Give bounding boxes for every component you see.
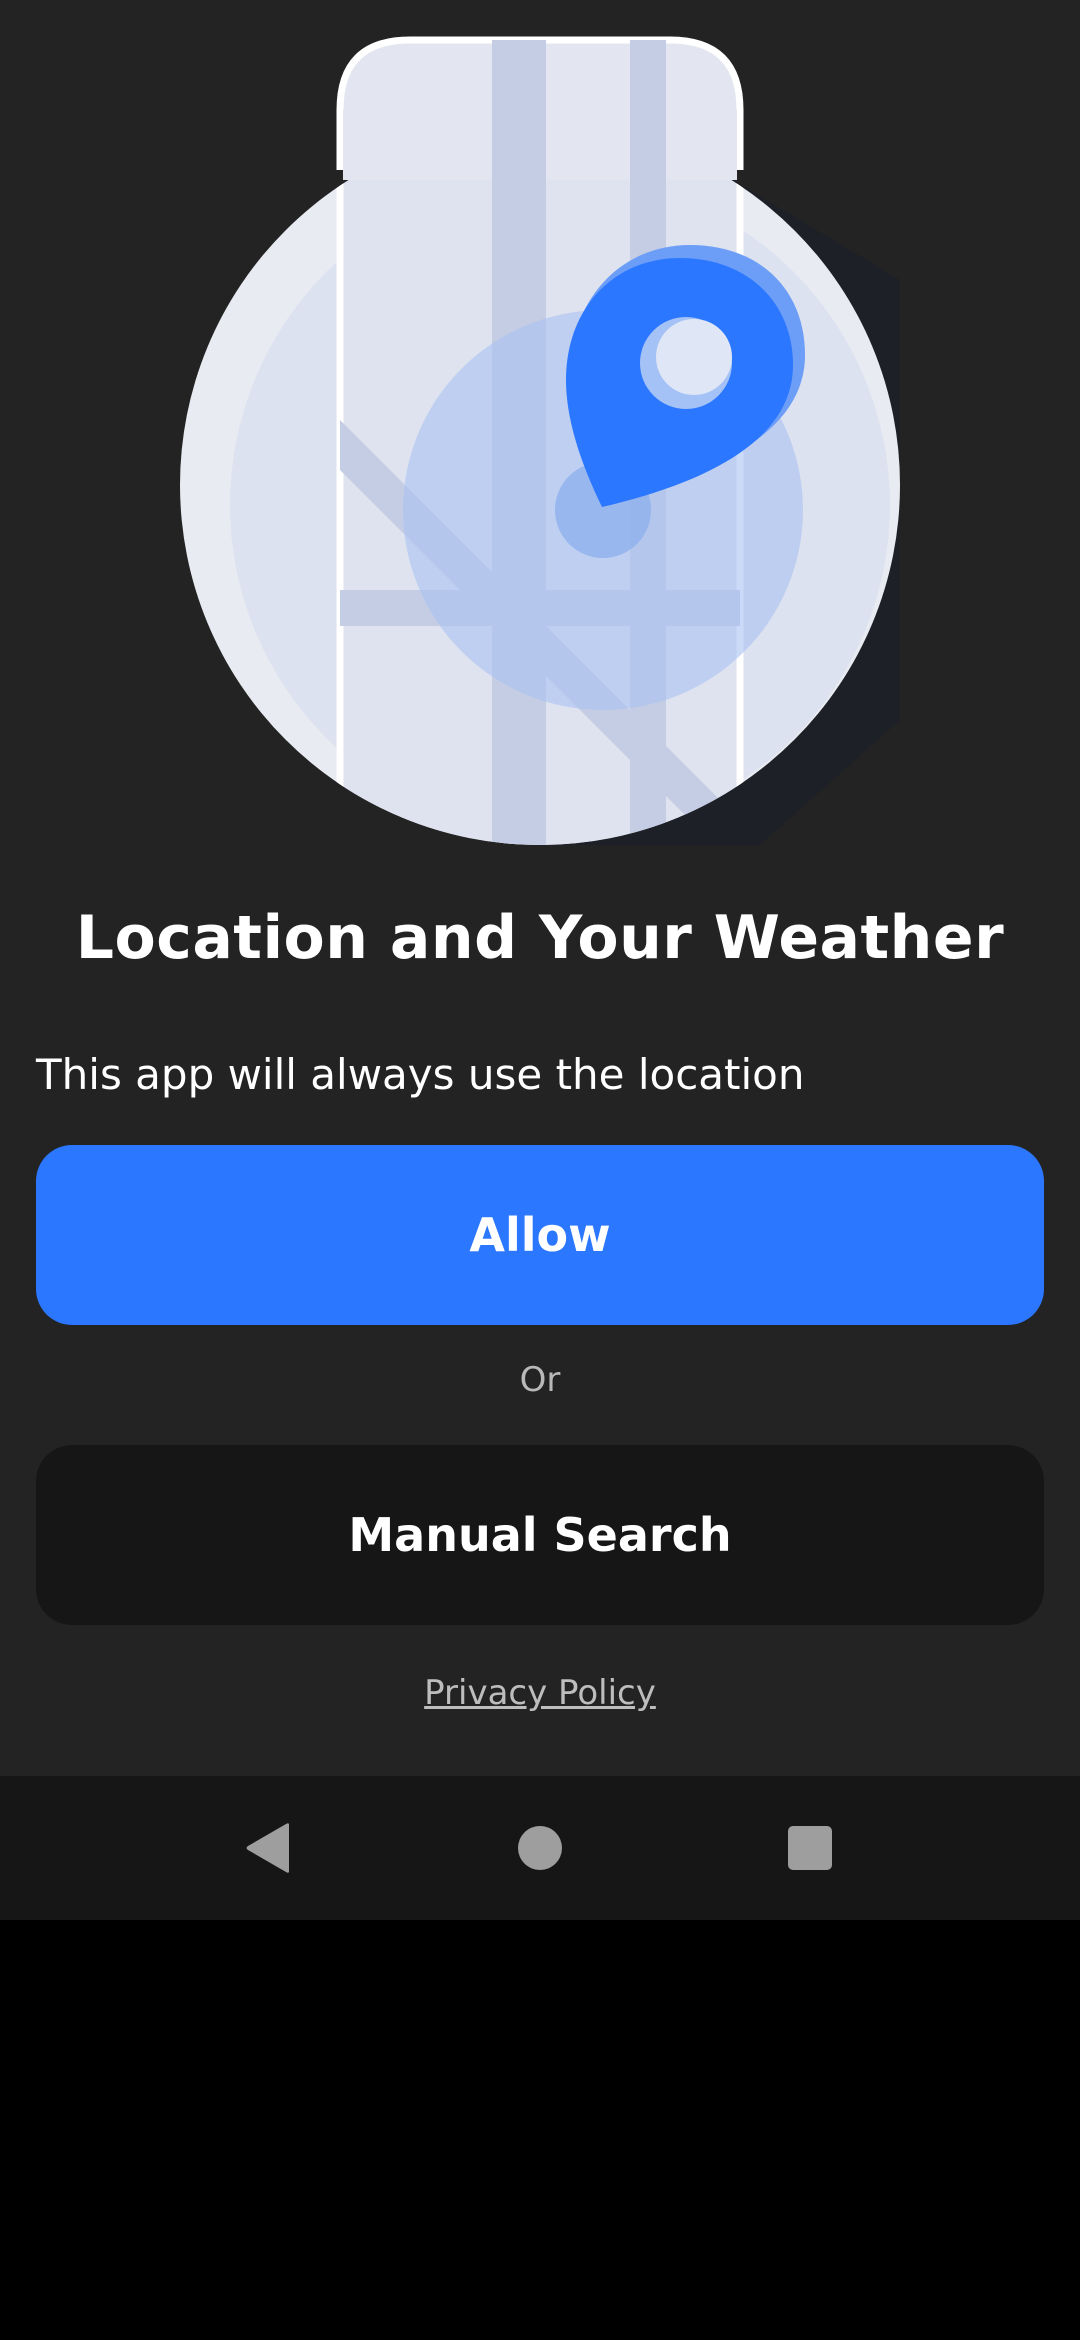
back-triangle-icon <box>246 1823 289 1873</box>
page-title: Location and Your Weather <box>75 903 1005 973</box>
system-navigation-bar <box>0 1776 1080 1920</box>
nav-recents-button[interactable] <box>738 1776 882 1920</box>
location-description: This app will always use the location <box>36 1050 805 1099</box>
recents-square-icon <box>788 1826 832 1870</box>
allow-button[interactable]: Allow <box>36 1145 1044 1325</box>
or-separator: Or <box>519 1360 561 1400</box>
nav-home-button[interactable] <box>468 1776 612 1920</box>
allow-button-label: Allow <box>469 1208 611 1262</box>
privacy-policy-container: Privacy Policy <box>0 1668 1080 1718</box>
manual-search-button[interactable]: Manual Search <box>36 1445 1044 1625</box>
manual-search-button-label: Manual Search <box>348 1508 732 1562</box>
location-map-illustration <box>0 0 1080 860</box>
blank-area <box>0 1920 1080 2340</box>
location-permission-screen: Location and Your Weather This app will … <box>0 0 1080 1776</box>
nav-back-button[interactable] <box>196 1776 340 1920</box>
home-circle-icon <box>518 1826 562 1870</box>
privacy-policy-link[interactable]: Privacy Policy <box>424 1673 656 1713</box>
